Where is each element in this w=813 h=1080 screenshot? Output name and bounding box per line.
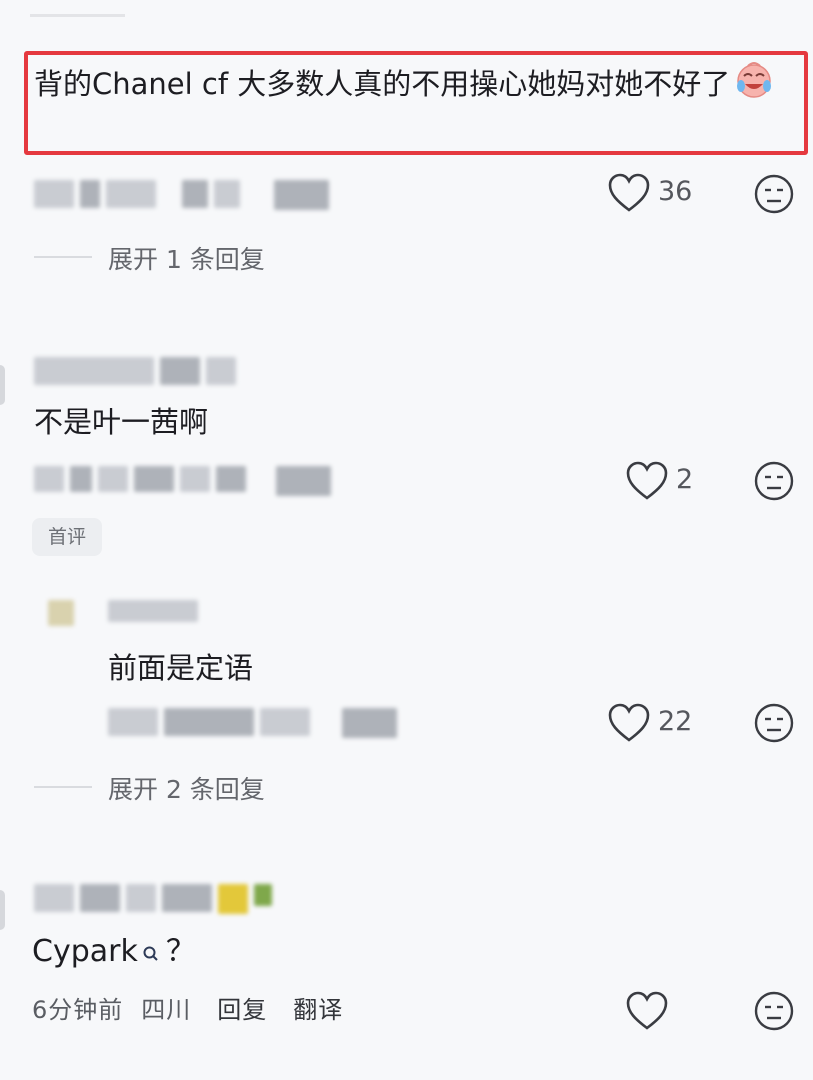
heart-icon[interactable] <box>625 460 669 502</box>
avatar-edge <box>0 365 5 405</box>
crying-laugh-emoji-icon <box>734 60 774 112</box>
dislike-face-icon[interactable] <box>753 460 795 502</box>
reply-avatar-blurred <box>48 600 74 626</box>
top-divider <box>30 14 125 17</box>
dislike-face-icon[interactable] <box>753 702 795 744</box>
comment-2-text: 不是叶一茜啊 <box>34 405 209 439</box>
reply-meta-blurred <box>108 708 397 738</box>
expand-replies-button[interactable]: 展开 2 条回复 <box>108 770 265 806</box>
like-count: 2 <box>676 464 694 495</box>
comment-3-suffix: ？ <box>165 934 196 969</box>
translate-button[interactable]: 翻译 <box>293 990 343 1025</box>
reply-username-blurred <box>108 600 198 622</box>
comment-time: 6分钟前 <box>32 996 124 1024</box>
first-comment-badge: 首评 <box>32 518 102 556</box>
expand-divider <box>34 256 92 258</box>
dislike-face-icon[interactable] <box>753 990 795 1032</box>
expand-replies-button[interactable]: 展开 1 条回复 <box>108 240 265 276</box>
comment-2-username-blurred <box>34 357 236 385</box>
comment-1-body: 背的Chanel cf 大多数人真的不用操心她妈对她不好了 <box>34 67 731 101</box>
heart-icon[interactable] <box>625 990 669 1032</box>
comment-1-meta-blurred <box>34 180 329 210</box>
like-count: 36 <box>658 176 693 207</box>
comment-3-text: Cypark ？ <box>32 930 196 976</box>
expand-divider <box>34 786 92 788</box>
reply-text: 前面是定语 <box>108 651 254 685</box>
dislike-face-icon[interactable] <box>753 173 795 215</box>
reply-button[interactable]: 回复 <box>217 990 267 1025</box>
comment-location: 四川 <box>141 996 192 1024</box>
comment-1-text: 背的Chanel cf 大多数人真的不用操心她妈对她不好了 <box>34 60 794 112</box>
search-icon[interactable] <box>142 932 160 976</box>
heart-icon[interactable] <box>607 702 651 744</box>
comment-3-meta: 6分钟前 四川 回复 翻译 <box>32 990 343 1025</box>
comment-2-meta-blurred <box>34 466 331 496</box>
comment-3-username-blurred <box>34 884 272 914</box>
like-count: 22 <box>658 706 693 737</box>
avatar-edge <box>0 890 5 930</box>
heart-icon[interactable] <box>607 172 651 214</box>
comment-3-body: Cypark <box>32 934 138 969</box>
